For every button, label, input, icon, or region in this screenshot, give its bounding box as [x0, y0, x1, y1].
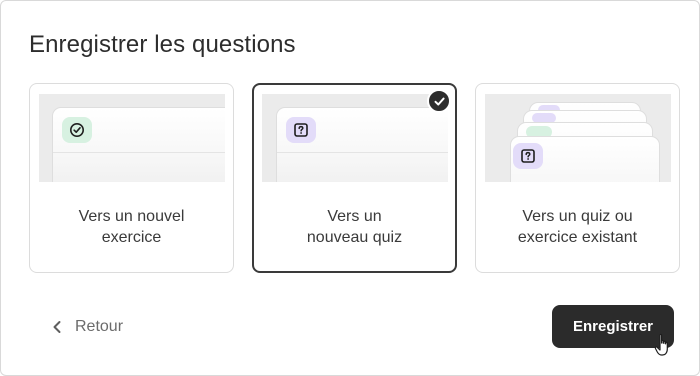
check-circle-icon: [70, 123, 84, 137]
mini-divider: [53, 152, 225, 153]
option-label: Vers un nouvel exercice: [78, 208, 185, 246]
destination-options: Vers un nouvel exercice Vers un nouveau …: [29, 83, 680, 273]
stacked-mini-card: [510, 136, 660, 182]
option-new-quiz-card[interactable]: Vers un nouveau quiz: [252, 83, 457, 273]
question-square-icon: [521, 149, 535, 163]
selected-check-icon: [427, 89, 451, 113]
option-label: Vers un quiz ou exercice existant: [517, 208, 638, 246]
back-label: Retour: [75, 318, 124, 335]
hand-pointer-cursor-icon: [654, 333, 668, 356]
option-existing-quiz-or-exercise-card[interactable]: Vers un quiz ou exercice existant: [475, 83, 680, 273]
quiz-mini-card: [276, 107, 448, 182]
quiz-badge: [513, 143, 543, 169]
dialog-title: Enregistrer les questions: [29, 31, 296, 58]
exercise-mini-card: [52, 107, 225, 182]
option-preview: [39, 94, 225, 182]
option-label: Vers un nouveau quiz: [306, 208, 403, 246]
chevron-left-icon: [53, 321, 61, 333]
exercise-badge: [62, 117, 92, 143]
option-preview: [485, 94, 671, 182]
option-new-exercise-card[interactable]: Vers un nouvel exercice: [29, 83, 234, 273]
option-preview: [262, 94, 448, 182]
back-button[interactable]: Retour: [51, 315, 123, 339]
quiz-badge: [286, 117, 316, 143]
mini-divider: [277, 152, 448, 153]
save-questions-dialog: Enregistrer les questions Vers un nouvel: [0, 0, 700, 376]
question-square-icon: [294, 123, 308, 137]
